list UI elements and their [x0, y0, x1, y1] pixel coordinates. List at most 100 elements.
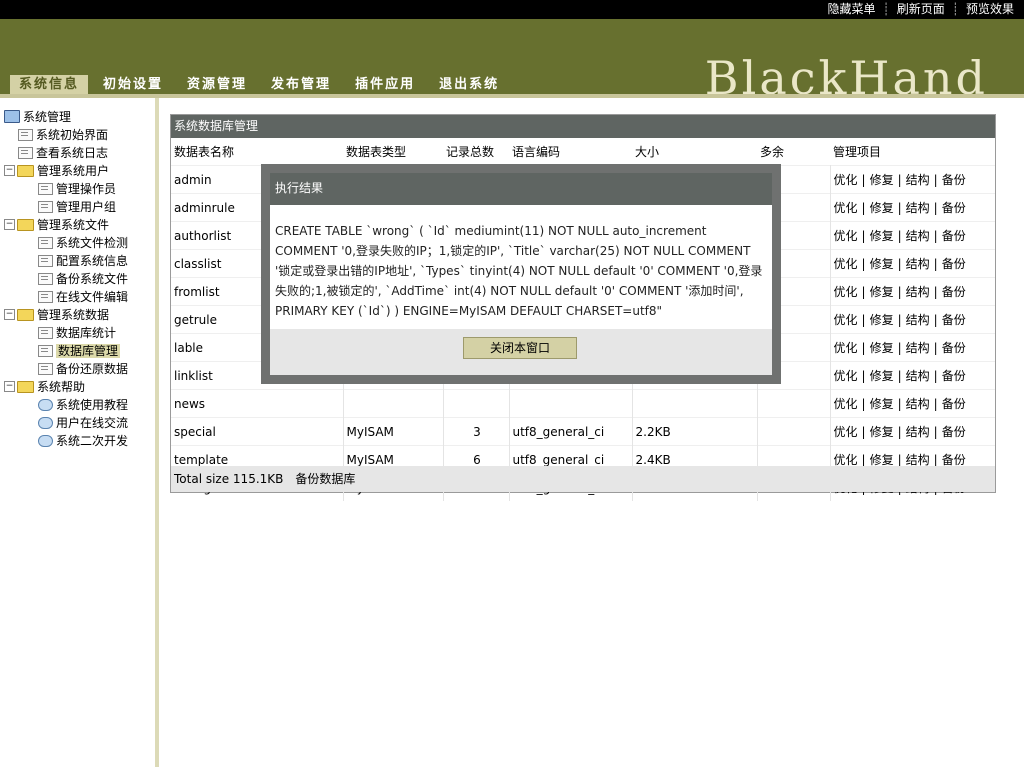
header-table-name: 数据表名称: [174, 145, 235, 159]
repair-link[interactable]: 修复: [870, 425, 894, 439]
structure-link[interactable]: 结构: [906, 257, 930, 271]
tree-item-label[interactable]: 用户在线交流: [56, 416, 128, 430]
backup-link[interactable]: 备份: [942, 173, 966, 187]
tree-item-label[interactable]: 配置系统信息: [56, 254, 128, 268]
result-dialog: 执行结果 CREATE TABLE `wrong` ( `Id` mediumi…: [261, 164, 781, 384]
collapse-toggle[interactable]: −: [4, 381, 15, 392]
optimize-link[interactable]: 优化: [834, 341, 858, 355]
collapse-toggle[interactable]: −: [4, 219, 15, 230]
backup-link[interactable]: 备份: [942, 425, 966, 439]
overhead-cell: [757, 417, 831, 446]
optimize-link[interactable]: 优化: [834, 229, 858, 243]
hide-menu-link[interactable]: 隐藏菜单: [827, 2, 875, 16]
tree-item: 管理用户组: [4, 198, 128, 216]
action-separator: |: [897, 453, 902, 467]
tree-group-label[interactable]: 管理系统文件: [37, 218, 109, 232]
structure-link[interactable]: 结构: [906, 173, 930, 187]
optimize-link[interactable]: 优化: [834, 201, 858, 215]
action-separator: |: [861, 285, 866, 299]
repair-link[interactable]: 修复: [870, 201, 894, 215]
tree-group-label[interactable]: 管理系统数据: [37, 308, 109, 322]
tab-plugins[interactable]: 插件应用: [346, 75, 424, 94]
tree-root-label[interactable]: 系统管理: [23, 110, 71, 124]
backup-link[interactable]: 备份: [942, 229, 966, 243]
tree-item-label[interactable]: 备份还原数据: [56, 362, 128, 376]
tree-item-label[interactable]: 在线文件编辑: [56, 290, 128, 304]
tree-item-label-selected[interactable]: 数据库管理: [56, 344, 121, 358]
optimize-link[interactable]: 优化: [834, 173, 858, 187]
structure-link[interactable]: 结构: [906, 201, 930, 215]
backup-link[interactable]: 备份: [942, 369, 966, 383]
tree-item-label[interactable]: 系统使用教程: [56, 398, 128, 412]
repair-link[interactable]: 修复: [870, 313, 894, 327]
structure-link[interactable]: 结构: [906, 313, 930, 327]
structure-link[interactable]: 结构: [906, 453, 930, 467]
tree-group-label[interactable]: 管理系统用户: [37, 164, 109, 178]
repair-link[interactable]: 修复: [870, 453, 894, 467]
refresh-page-link[interactable]: 刷新页面: [897, 2, 945, 16]
repair-link[interactable]: 修复: [870, 257, 894, 271]
backup-link[interactable]: 备份: [942, 285, 966, 299]
size-cell: 2.2KB: [632, 417, 758, 446]
optimize-link[interactable]: 优化: [834, 453, 858, 467]
structure-link[interactable]: 结构: [906, 229, 930, 243]
backup-link[interactable]: 备份: [942, 397, 966, 411]
document-icon: [18, 146, 33, 159]
backup-link[interactable]: 备份: [942, 341, 966, 355]
tree-item-label[interactable]: 备份系统文件: [56, 272, 128, 286]
structure-link[interactable]: 结构: [906, 285, 930, 299]
tree-item-label[interactable]: 系统二次开发: [56, 434, 128, 448]
tab-system-info[interactable]: 系统信息: [10, 75, 89, 94]
tab-resource-management[interactable]: 资源管理: [178, 75, 256, 94]
backup-link[interactable]: 备份: [942, 201, 966, 215]
repair-link[interactable]: 修复: [870, 229, 894, 243]
optimize-link[interactable]: 优化: [834, 369, 858, 383]
tree-item-label[interactable]: 查看系统日志: [36, 146, 108, 160]
tab-publish-management[interactable]: 发布管理: [262, 75, 340, 94]
structure-link[interactable]: 结构: [906, 397, 930, 411]
panel-title: 系统数据库管理: [171, 115, 995, 138]
tree-item-label[interactable]: 数据库统计: [56, 326, 116, 340]
tree-group: − 管理系统数据: [4, 306, 128, 324]
optimize-link[interactable]: 优化: [834, 257, 858, 271]
tree-item-label[interactable]: 管理操作员: [56, 182, 116, 196]
optimize-link[interactable]: 优化: [834, 397, 858, 411]
document-icon: [38, 182, 53, 195]
repair-link[interactable]: 修复: [870, 397, 894, 411]
preview-link[interactable]: 预览效果: [966, 2, 1014, 16]
table-row: special MyISAM 3 utf8_general_ci 2.2KB 优化 | 修复 |…: [171, 417, 995, 446]
structure-link[interactable]: 结构: [906, 425, 930, 439]
close-window-button[interactable]: 关闭本窗口: [463, 337, 577, 359]
action-separator: |: [897, 341, 902, 355]
header-size: 大小: [635, 145, 660, 159]
tab-initial-settings[interactable]: 初始设置: [94, 75, 172, 94]
tree-group-label[interactable]: 系统帮助: [37, 380, 85, 394]
repair-link[interactable]: 修复: [870, 173, 894, 187]
tree-item-label[interactable]: 系统文件检测: [56, 236, 128, 250]
tree-item-label[interactable]: 管理用户组: [56, 200, 116, 214]
tree-group: − 系统帮助: [4, 378, 128, 396]
optimize-link[interactable]: 优化: [834, 313, 858, 327]
action-separator: |: [897, 397, 902, 411]
structure-link[interactable]: 结构: [906, 341, 930, 355]
tab-logout[interactable]: 退出系统: [430, 75, 508, 94]
header-table-type: 数据表类型: [346, 145, 407, 159]
actions-cell: 优化|修复|结构|备份: [830, 277, 995, 306]
dialog-sql-text: CREATE TABLE `wrong` ( `Id` mediumint(11…: [275, 224, 763, 318]
backup-database-link[interactable]: 备份数据库: [295, 472, 355, 486]
repair-link[interactable]: 修复: [870, 341, 894, 355]
structure-link[interactable]: 结构: [906, 369, 930, 383]
tree-item-label[interactable]: 系统初始界面: [36, 128, 108, 142]
collapse-toggle[interactable]: −: [4, 309, 15, 320]
optimize-link[interactable]: 优化: [834, 285, 858, 299]
backup-link[interactable]: 备份: [942, 453, 966, 467]
help-icon: [38, 416, 53, 429]
optimize-link[interactable]: 优化: [834, 425, 858, 439]
collapse-toggle[interactable]: −: [4, 165, 15, 176]
backup-link[interactable]: 备份: [942, 313, 966, 327]
folder-icon: [17, 380, 34, 393]
repair-link[interactable]: 修复: [870, 369, 894, 383]
action-separator: |: [897, 201, 902, 215]
repair-link[interactable]: 修复: [870, 285, 894, 299]
backup-link[interactable]: 备份: [942, 257, 966, 271]
